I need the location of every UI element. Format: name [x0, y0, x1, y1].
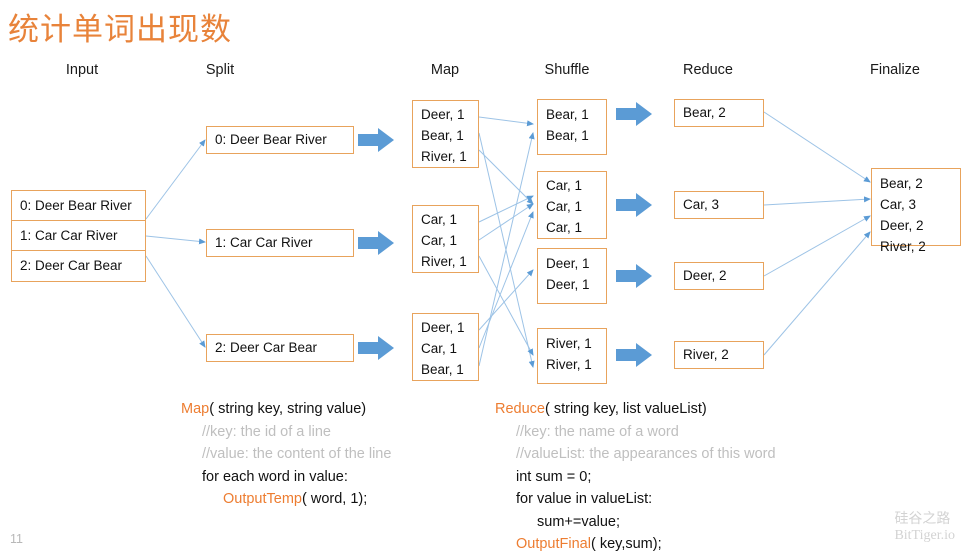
split-box-0: 0: Deer Bear River [206, 126, 354, 154]
reduce-box-2-line-0: Deer, 2 [683, 268, 727, 283]
map-box-1-line-1: Car, 1 [421, 233, 458, 248]
shuffle-box-1-line-2: Car, 1 [546, 220, 583, 235]
shuffle-box-1-line-0: Car, 1 [546, 178, 583, 193]
map-box-0-line-1: Bear, 1 [421, 128, 464, 143]
map-code-signature: Map( string key, string value) [181, 398, 391, 421]
shuffle-box-2-line-1: Deer, 1 [546, 277, 590, 292]
reduce-box-0: Bear, 2 [674, 99, 764, 127]
shuffle-box-3-line-0: River, 1 [546, 336, 592, 351]
shuffle-box-1-line-1: Car, 1 [546, 199, 583, 214]
reduce-code-signature: Reduce( string key, list valueList) [495, 398, 776, 421]
reduce-code-emit-keyword: OutputFinal [516, 536, 591, 552]
reduce-code-for-line: for value in valueList: [516, 491, 653, 507]
map-box-1-line-0: Car, 1 [421, 212, 458, 227]
finalize-line-1: Car, 3 [880, 197, 917, 212]
reduce-code-comment-1: //key: the name of a word [516, 423, 679, 440]
shuffle-box-2: Deer, 1 Deer, 1 [537, 248, 607, 304]
reduce-box-1-line-0: Car, 3 [683, 197, 720, 212]
shuffle-box-0: Bear, 1 Bear, 1 [537, 99, 607, 155]
column-header-shuffle: Shuffle [544, 62, 590, 78]
split-box-2: 2: Deer Car Bear [206, 334, 354, 362]
finalize-box: Bear, 2 Car, 3 Deer, 2 River, 2 [871, 168, 961, 254]
map-box-1: Car, 1 Car, 1 River, 1 [412, 205, 479, 273]
map-code-emit-rest: ( word, 1); [302, 491, 368, 507]
map-box-2: Deer, 1 Car, 1 Bear, 1 [412, 313, 479, 381]
slide-canvas: 统计单词出现数 Input Split Map Shuffle Reduce F… [0, 0, 975, 552]
map-pseudocode: Map( string key, string value) //key: the… [181, 398, 391, 511]
shuffle-box-0-line-0: Bear, 1 [546, 107, 589, 122]
finalize-line-3: River, 2 [880, 239, 926, 254]
map-box-2-line-2: Bear, 1 [421, 362, 464, 377]
reduce-box-3: River, 2 [674, 341, 764, 369]
input-row-2: 2: Deer Car Bear [20, 258, 123, 273]
column-header-input: Input [65, 62, 99, 78]
column-header-finalize: Finalize [870, 62, 920, 78]
shuffle-box-3: River, 1 River, 1 [537, 328, 607, 384]
map-box-2-line-1: Car, 1 [421, 341, 458, 356]
split-box-1: 1: Car Car River [206, 229, 354, 257]
page-number: 11 [10, 532, 23, 546]
watermark-en: BitTiger.io [894, 528, 955, 543]
reduce-box-2: Deer, 2 [674, 262, 764, 290]
reduce-box-3-line-0: River, 2 [683, 347, 729, 362]
split-box-0-line: 0: Deer Bear River [215, 132, 327, 147]
shuffle-box-0-line-1: Bear, 1 [546, 128, 589, 143]
map-code-comment-1: //key: the id of a line [202, 423, 331, 440]
map-code-keyword: Map [181, 401, 210, 417]
reduce-box-0-line-0: Bear, 2 [683, 105, 726, 120]
map-code-signature-rest: ( string key, string value) [209, 401, 367, 417]
reduce-code-comment-2: //valueList: the appearances of this wor… [516, 446, 776, 462]
reduce-pseudocode: Reduce( string key, list valueList) //key… [495, 398, 776, 556]
column-header-split: Split [205, 62, 235, 78]
shuffle-box-1: Car, 1 Car, 1 Car, 1 [537, 171, 607, 239]
block-arrow-group [358, 102, 652, 367]
map-code-for-line: for each word in value: [202, 468, 348, 485]
map-box-0: Deer, 1 Bear, 1 River, 1 [412, 100, 479, 168]
connector-lines [145, 102, 871, 368]
reduce-code-signature-rest: ( string key, list valueList) [544, 401, 707, 417]
reduce-code-emit-line: OutputFinal( key,sum); [495, 533, 776, 556]
input-row-0: 0: Deer Bear River [12, 191, 145, 221]
map-code-comment-2: //value: the content of the line [202, 446, 392, 462]
slide-title: 统计单词出现数 [8, 12, 232, 47]
reduce-code-sum-line: int sum = 0; [516, 468, 592, 485]
column-header-reduce: Reduce [683, 62, 733, 78]
finalize-line-0: Bear, 2 [880, 176, 923, 191]
shuffle-box-2-line-0: Deer, 1 [546, 256, 590, 271]
watermark: 硅谷之路 BitTiger.io [894, 510, 955, 544]
column-header-map: Map [430, 62, 460, 78]
reduce-code-keyword: Reduce [495, 401, 545, 417]
input-row-1: 1: Car Car River [12, 221, 145, 251]
watermark-cn: 硅谷之路 [894, 510, 951, 526]
map-box-2-line-0: Deer, 1 [421, 320, 465, 335]
input-table: 0: Deer Bear River 1: Car Car River 2: D… [11, 190, 146, 282]
reduce-code-emit-rest: ( key,sum); [590, 536, 662, 552]
finalize-line-2: Deer, 2 [880, 218, 924, 233]
reduce-code-add-line: sum+=value; [537, 513, 621, 530]
reduce-box-1: Car, 3 [674, 191, 764, 219]
split-box-1-line: 1: Car Car River [215, 235, 313, 250]
map-box-1-line-2: River, 1 [421, 254, 467, 269]
map-code-emit-keyword: OutputTemp [223, 491, 302, 507]
map-box-0-line-2: River, 1 [421, 149, 467, 164]
split-box-2-line: 2: Deer Car Bear [215, 340, 318, 355]
map-code-emit-line: OutputTemp( word, 1); [181, 488, 391, 511]
shuffle-box-3-line-1: River, 1 [546, 357, 592, 372]
map-box-0-line-0: Deer, 1 [421, 107, 465, 122]
